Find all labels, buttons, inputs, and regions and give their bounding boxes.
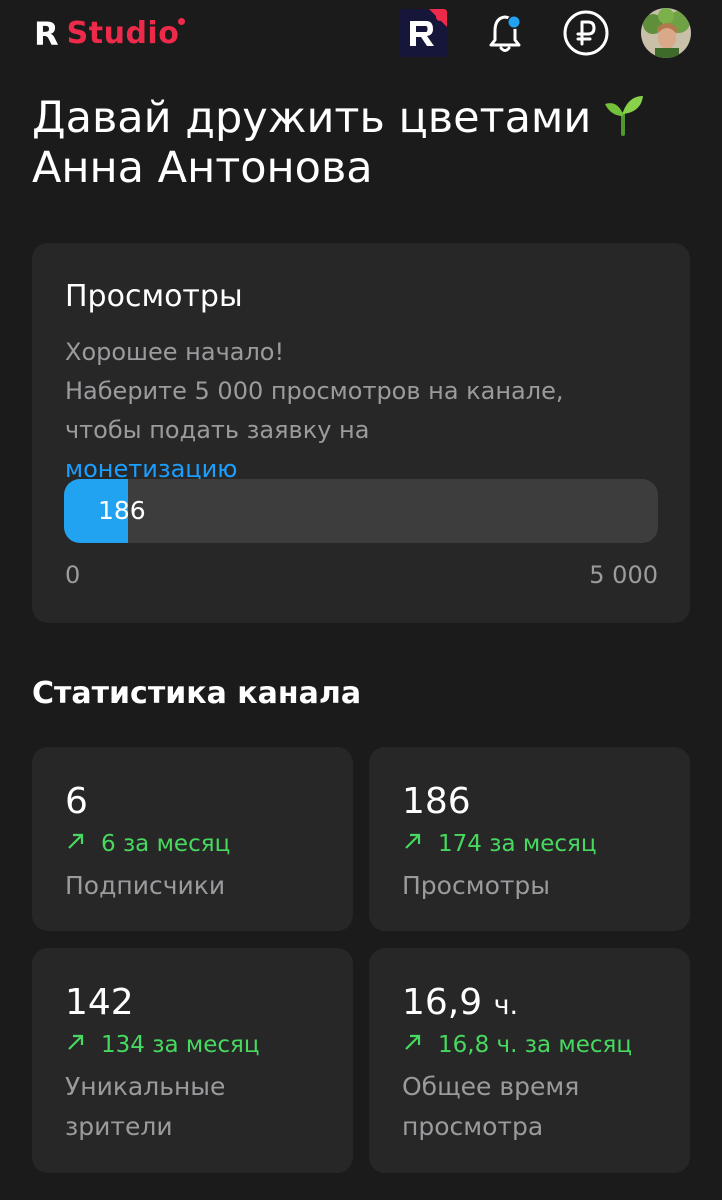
stat-number: 16,9 bbox=[402, 982, 483, 1023]
rutube-app-icon[interactable] bbox=[399, 9, 447, 57]
trend-up-arrow-icon bbox=[68, 1034, 84, 1050]
stat-number: 6 bbox=[65, 781, 88, 822]
stat-value: 186 bbox=[402, 781, 471, 823]
trend-up-arrow-icon bbox=[405, 1034, 421, 1050]
stat-number: 142 bbox=[65, 982, 134, 1023]
stat-delta-text: 16,8 ч. за месяц bbox=[438, 1032, 633, 1058]
channel-stats-heading: Статистика канала bbox=[32, 676, 362, 711]
stat-label: Просмотры bbox=[402, 871, 551, 900]
desc-line1: Хорошее начало! bbox=[65, 338, 285, 366]
stat-card-unique-viewers[interactable]: 142 134 за месяц Уникальные зрители bbox=[32, 948, 353, 1173]
notifications-bell-icon[interactable] bbox=[485, 9, 529, 57]
views-card-title: Просмотры bbox=[65, 279, 243, 314]
stat-label: Подписчики bbox=[65, 871, 226, 900]
stat-label: Уникальные зрители bbox=[65, 1072, 226, 1141]
progress-scale-max: 5 000 bbox=[589, 561, 658, 589]
logo-studio: Studio bbox=[66, 16, 180, 51]
stat-card-watch-time[interactable]: 16,9 ч. 16,8 ч. за месяц Общее время про… bbox=[369, 948, 690, 1173]
stat-card-views[interactable]: 186 174 за месяц Просмотры bbox=[369, 747, 690, 931]
views-card-description: Хорошее начало! Наберите 5 000 просмотро… bbox=[65, 333, 665, 489]
channel-title-text: Давай дружить цветами bbox=[32, 93, 592, 143]
stat-number: 186 bbox=[402, 781, 471, 822]
channel-title: Давай дружить цветами Анна Антонова bbox=[32, 92, 702, 193]
desc-line3-text: чтобы подать заявку на bbox=[65, 416, 370, 444]
stat-delta-text: 134 за месяц bbox=[101, 1032, 260, 1058]
trend-up-arrow-icon bbox=[405, 833, 421, 849]
sprout-icon bbox=[605, 96, 644, 136]
stat-label: Общее время просмотра bbox=[402, 1072, 580, 1141]
stat-value: 6 bbox=[65, 781, 88, 823]
stat-delta-text: 6 за месяц bbox=[101, 831, 231, 857]
stat-value: 142 bbox=[65, 982, 134, 1024]
desc-line3: чтобы подать заявку на монетизацию bbox=[65, 411, 665, 489]
ruble-icon[interactable] bbox=[561, 8, 611, 58]
stat-value: 16,9 ч. bbox=[402, 982, 518, 1027]
rstudio-logo[interactable]: R Studio bbox=[34, 14, 186, 54]
views-progress-label: 186 bbox=[98, 496, 146, 525]
stat-card-subscribers[interactable]: 6 6 за месяц Подписчики bbox=[32, 747, 353, 931]
stat-delta-text: 174 за месяц bbox=[438, 831, 597, 857]
stat-unit: ч. bbox=[493, 990, 519, 1021]
stat-delta: 6 за месяц bbox=[65, 829, 230, 859]
stat-delta: 174 за месяц bbox=[402, 829, 596, 859]
logo-r: R bbox=[34, 15, 59, 53]
views-progress-bar: 186 bbox=[64, 479, 658, 543]
trend-up-arrow-icon bbox=[68, 833, 84, 849]
channel-title-line2: Анна Антонова bbox=[32, 143, 373, 193]
progress-scale-min: 0 bbox=[65, 561, 81, 589]
avatar[interactable] bbox=[641, 8, 691, 58]
stat-delta: 16,8 ч. за месяц bbox=[402, 1030, 632, 1060]
desc-line2: Наберите 5 000 просмотров на канале, bbox=[65, 377, 564, 405]
stat-delta: 134 за месяц bbox=[65, 1030, 259, 1060]
views-progress-card: Просмотры Хорошее начало! Наберите 5 000… bbox=[32, 243, 690, 623]
logo-dot bbox=[178, 18, 186, 25]
channel-title-line1: Давай дружить цветами bbox=[32, 92, 702, 143]
top-bar: R Studio bbox=[0, 0, 722, 70]
